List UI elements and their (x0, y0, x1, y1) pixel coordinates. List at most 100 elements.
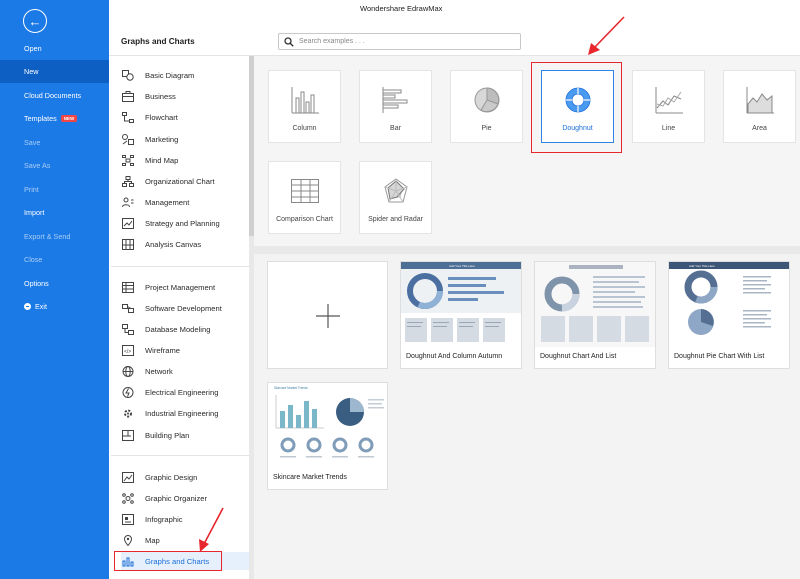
svg-text:</>: </> (124, 349, 131, 355)
industrial-icon (121, 408, 134, 419)
category-sidebar: Basic Diagram Business Flowchart Marketi… (109, 56, 251, 579)
chart-type-gallery: Column Bar Pie Doughnut Line Area Compar… (254, 56, 800, 246)
chart-type-bar[interactable]: Bar (359, 70, 432, 143)
new-badge: NEW (60, 115, 78, 122)
marketing-icon (121, 133, 134, 145)
electrical-icon (121, 386, 134, 398)
plus-icon (316, 304, 340, 328)
management-icon (121, 197, 134, 208)
category-building-plan[interactable]: Building Plan (121, 426, 249, 444)
search-icon (284, 36, 294, 47)
app-title: Wondershare EdrawMax (360, 4, 443, 13)
network-icon (121, 365, 134, 377)
nav-exit[interactable]: Exit (0, 295, 109, 318)
template-thumbnail: Add Your Title Here (401, 262, 521, 347)
category-analysis-canvas[interactable]: Analysis Canvas (121, 235, 249, 253)
category-graphic-design[interactable]: Graphic Design (121, 468, 249, 486)
shapes-icon (121, 69, 134, 81)
database-icon (121, 323, 134, 335)
strategy-icon (121, 217, 134, 229)
nav-close[interactable]: Close (0, 248, 109, 271)
wireframe-icon: </> (121, 344, 134, 356)
canvas-icon (121, 238, 134, 250)
building-icon (121, 429, 134, 441)
chart-type-spider-radar[interactable]: Spider and Radar (359, 161, 432, 234)
briefcase-icon (121, 90, 134, 102)
section-divider (254, 246, 800, 254)
chart-type-column[interactable]: Column (268, 70, 341, 143)
nav-print[interactable]: Print (0, 178, 109, 201)
template-thumbnail: Skincare Market Trends (268, 383, 387, 468)
category-software-development[interactable]: Software Development (121, 299, 249, 317)
template-name: Skincare Market Trends (273, 474, 347, 481)
infographic-icon (121, 513, 134, 525)
search-box[interactable] (278, 33, 521, 50)
category-industrial-engineering[interactable]: Industrial Engineering (121, 404, 249, 422)
category-basic-diagram[interactable]: Basic Diagram (121, 66, 249, 84)
category-electrical-engineering[interactable]: Electrical Engineering (121, 383, 249, 401)
nav-open[interactable]: Open (0, 37, 109, 60)
category-graphic-organizer[interactable]: Graphic Organizer (121, 489, 249, 507)
category-business[interactable]: Business (121, 87, 249, 105)
template-card[interactable]: Add Your Title Here Doughnut Pie Chart W… (668, 261, 790, 369)
arrow-left-icon: ← (28, 13, 42, 29)
line-chart-icon (654, 84, 684, 116)
thumbnail-title: Skincare Market Trends (274, 386, 308, 390)
org-chart-icon (121, 175, 134, 187)
chart-type-line[interactable]: Line (632, 70, 705, 143)
category-project-management[interactable]: Project Management (121, 278, 249, 296)
nav-export-send[interactable]: Export & Send (0, 225, 109, 248)
category-wireframe[interactable]: </> Wireframe (121, 341, 249, 359)
bar-chart-icon (381, 84, 411, 116)
nav-save[interactable]: Save (0, 131, 109, 154)
main-content: Column Bar Pie Doughnut Line Area Compar… (254, 56, 800, 579)
nav-import[interactable]: Import (0, 201, 109, 224)
category-mind-map[interactable]: Mind Map (121, 151, 249, 169)
blank-template-card[interactable] (267, 261, 388, 369)
radar-chart-icon (382, 175, 410, 207)
category-database-modeling[interactable]: Database Modeling (121, 320, 249, 338)
category-infographic[interactable]: Infographic (121, 510, 249, 528)
mindmap-icon (121, 154, 134, 166)
graphic-design-icon (121, 471, 134, 483)
category-strategy-planning[interactable]: Strategy and Planning (121, 214, 249, 232)
annotation-arrow (199, 507, 224, 552)
left-navigation: ← Open New Cloud Documents Templates NEW … (0, 0, 109, 579)
category-network[interactable]: Network (121, 362, 249, 380)
chart-type-pie[interactable]: Pie (450, 70, 523, 143)
project-icon (121, 281, 134, 293)
flowchart-icon (121, 111, 134, 123)
template-card[interactable]: Skincare Market Trends Skincare Market T… (267, 382, 388, 490)
nav-options[interactable]: Options (0, 272, 109, 295)
category-management[interactable]: Management (121, 193, 249, 211)
exit-icon (24, 303, 31, 310)
category-divider (111, 455, 249, 456)
annotation-arrow (588, 16, 625, 55)
chart-type-comparison[interactable]: Comparison Chart (268, 161, 341, 234)
thumbnail-title: Add Your Title Here (689, 264, 715, 268)
highlight-box-doughnut (531, 62, 622, 153)
template-card[interactable]: Add Your Title Here Doughnut And Column … (400, 261, 522, 369)
nav-save-as[interactable]: Save As (0, 154, 109, 177)
nav-cloud-documents[interactable]: Cloud Documents (0, 84, 109, 107)
template-card[interactable]: Doughnut Chart And List (534, 261, 656, 369)
category-flowchart[interactable]: Flowchart (121, 108, 249, 126)
page-title: Graphs and Charts (121, 37, 195, 46)
template-thumbnail: Add Your Title Here (669, 262, 789, 347)
pie-chart-icon (473, 84, 501, 116)
comparison-chart-icon (290, 175, 319, 207)
nav-new[interactable]: New (0, 60, 109, 83)
area-chart-icon (745, 84, 775, 116)
category-marketing[interactable]: Marketing (121, 130, 249, 148)
chart-type-area[interactable]: Area (723, 70, 796, 143)
column-chart-icon (290, 84, 320, 116)
category-organizational-chart[interactable]: Organizational Chart (121, 172, 249, 190)
search-input[interactable] (299, 38, 509, 45)
nav-templates[interactable]: Templates NEW (0, 107, 109, 130)
category-divider (111, 266, 249, 267)
thumbnail-title: Add Your Title Here (449, 264, 475, 268)
category-map[interactable]: Map (121, 531, 249, 549)
organizer-icon (121, 492, 134, 504)
highlight-box-graphs-and-charts (114, 551, 222, 571)
map-pin-icon (121, 534, 134, 546)
